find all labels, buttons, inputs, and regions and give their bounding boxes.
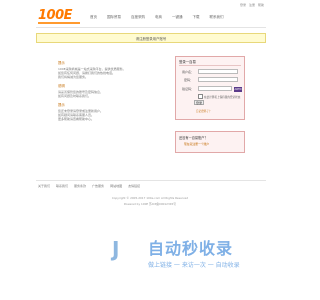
nav-item-ecommerce[interactable]: 电商 <box>155 15 162 20</box>
footer-link-about[interactable]: 关于我们 <box>38 184 50 188</box>
captcha-input[interactable] <box>198 86 232 91</box>
top-links: 登录 注册 帮助 <box>240 3 264 7</box>
username-input[interactable] <box>198 69 238 74</box>
notice-banner-text: 请注册登录用户账号 <box>135 37 167 41</box>
logo-underline <box>38 22 80 24</box>
nav-item-home[interactable]: 首页 <box>90 15 97 20</box>
remember-me[interactable]: 在此计算机上保持我的登录状态 <box>198 94 240 99</box>
header-divider <box>36 27 266 28</box>
info-line: 我们将竭诚为您服务。 <box>58 75 89 79</box>
footer-link-sitemap[interactable]: 网站地图 <box>110 184 122 188</box>
icp-text: Powered by 100E 苏ICP备09012345号 <box>123 202 177 206</box>
footer-divider <box>36 180 266 181</box>
watermark-brand: 自动秒收录 <box>148 239 234 258</box>
site-logo[interactable]: 100E <box>38 9 78 23</box>
info-title-1: 提示 <box>58 61 65 65</box>
remember-label: 在此计算机上保持我的登录状态 <box>204 95 241 99</box>
nav-item-download[interactable]: 下载 <box>193 15 200 20</box>
watermark: J 自动秒收录 做上链接 一 来访一次 一 自动收录 <box>0 236 300 276</box>
nav-item-contact[interactable]: 联系我们 <box>210 15 224 20</box>
username-label: 用户名： <box>182 70 195 74</box>
top-link-register[interactable]: 注册 <box>249 3 255 7</box>
info-paragraph-2: 请妥善保管您的账号及密码信息， 如有问题及时联系我们。 <box>58 90 158 98</box>
nav-item-onekey[interactable]: 一键通 <box>172 15 183 20</box>
top-link-help[interactable]: 帮助 <box>258 3 264 7</box>
watermark-slogan: 做上链接 一 来访一次 一 自动收录 <box>148 262 240 269</box>
main-nav: 首页 国际贸易 百度采购 电商 一键通 下载 联系我们 <box>90 15 224 20</box>
register-link[interactable]: 现在就注册一个账户 <box>184 142 209 146</box>
password-label: 密码： <box>184 78 194 82</box>
top-link-login[interactable]: 登录 <box>240 3 246 7</box>
captcha-image[interactable]: ARTN <box>234 87 242 92</box>
footer-link-contact[interactable]: 联系我们 <box>56 184 68 188</box>
info-line: 更多帮助请查看帮助中心。 <box>58 117 95 121</box>
info-paragraph-1: 100E采购商城是一站式采购平台，提供优质服务。 如您有任何问题，请拨打我们的热… <box>58 67 158 79</box>
nav-item-purchase[interactable]: 百度采购 <box>131 15 145 20</box>
info-title-2: 说明 <box>58 84 65 88</box>
login-panel-title: 登录一百易 <box>179 60 196 64</box>
footer-link-friends[interactable]: 友情链接 <box>128 184 140 188</box>
notice-banner: 请注册登录用户账号 <box>36 33 266 43</box>
logo-text: 100E <box>38 8 73 23</box>
password-input[interactable] <box>198 77 238 82</box>
copyright-text: Copyright © 2005-2017 100e.com All Right… <box>111 196 189 200</box>
login-panel: 登录一百易 用户名： 密码： 验证码： ARTN 在此计算机上保持我的登录状态 … <box>175 56 245 120</box>
login-button[interactable]: 登录 <box>194 100 204 105</box>
info-title-3: 提示 <box>58 103 65 107</box>
captcha-label: 验证码： <box>182 87 195 91</box>
nav-item-trade[interactable]: 国际贸易 <box>107 15 121 20</box>
footer-links: 关于我们 联系我们 服务条款 广告服务 网站地图 友情链接 <box>38 184 140 188</box>
footer-link-ads[interactable]: 广告服务 <box>92 184 104 188</box>
register-panel: 还没有一百易账户？ 现在就注册一个账户 <box>175 131 245 153</box>
remember-checkbox[interactable] <box>198 94 203 99</box>
forgot-password-link[interactable]: 忘记密码了？ <box>196 109 212 113</box>
watermark-logo-icon: J <box>112 237 120 261</box>
login-panel-divider <box>179 65 241 66</box>
footer-link-terms[interactable]: 服务条款 <box>74 184 86 188</box>
info-line: 如有问题及时联系我们。 <box>58 94 92 98</box>
info-paragraph-3: 您还未登录请登录或注册新用户。 如有疑问请联系客服人员。 更多帮助请查看帮助中心… <box>58 109 158 121</box>
info-column: 提示 100E采购商城是一站式采购平台，提供优质服务。 如您有任何问题，请拨打我… <box>58 60 158 125</box>
register-prompt: 还没有一百易账户？ <box>179 136 208 140</box>
